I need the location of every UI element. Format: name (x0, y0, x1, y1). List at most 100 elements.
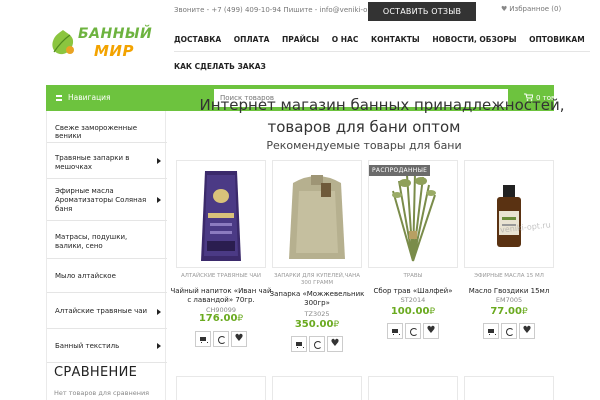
add-to-cart-button[interactable] (291, 336, 307, 352)
chevron-right-icon (157, 197, 161, 203)
logo-text-line2: МИР (94, 42, 134, 60)
sidebar-item-label: Эфирные масла Ароматизаторы Соляная баня (55, 187, 147, 213)
product-card-partial[interactable] (464, 376, 554, 400)
add-to-cart-button[interactable] (195, 331, 211, 347)
tea-pack-image (201, 171, 241, 261)
page-title-line1: Интернет магазин банных принадлежностей, (199, 97, 565, 113)
price-currency: ₽ (333, 320, 340, 330)
page-title-line2: товаров для бани оптом (267, 118, 461, 136)
product-category[interactable]: ЗАПАРКИ ДЛЯ КУПЕЛЕЙ,ЧАНА 300 ГРАММ (268, 273, 366, 287)
product-category[interactable]: ТРАВЫ (364, 273, 462, 280)
page: БАННЫЙ МИР Звоните - +7 (499) 409-10-94 … (0, 0, 600, 400)
product-actions (176, 331, 266, 350)
price-value: 100.00 (390, 306, 430, 317)
product-sku: TZ3025 (304, 310, 330, 318)
nav-link-contacts[interactable]: КОНТАКТЫ (371, 35, 420, 44)
chevron-right-icon (157, 343, 161, 349)
sidebar-item-frozen-brooms[interactable]: Свеже замороженные веники (47, 111, 167, 143)
top-navigation: ДОСТАВКА ОПЛАТА ПРАЙСЫ О НАС КОНТАКТЫ НО… (174, 35, 595, 44)
product-card: АЛТАЙСКИЕ ТРАВЯНЫЕ ЧАИ Чайный напиток «И… (170, 160, 272, 355)
add-to-cart-button[interactable] (483, 323, 499, 339)
product-actions (368, 323, 458, 342)
sidebar-item-label: Свеже замороженные веники (55, 124, 138, 140)
favorites-label: Избранное (0) (509, 5, 562, 13)
product-price: 100.00₽ (368, 306, 458, 317)
header-contact-info: Звоните - +7 (499) 409-10-94 Пишите - in… (174, 6, 385, 14)
sidebar-item-herbal-infusions[interactable]: Травяные запарки в мешочках (47, 143, 167, 179)
oil-bottle-image (497, 185, 521, 247)
product-price: 176.00₽ (176, 313, 266, 324)
nav-divider (174, 51, 590, 52)
chevron-right-icon (157, 158, 161, 164)
nav-link-wholesale[interactable]: ОПТОВИКАМ (529, 35, 585, 44)
product-card: ЗАПАРКИ ДЛЯ КУПЕЛЕЙ,ЧАНА 300 ГРАММ Запар… (270, 160, 364, 355)
sidebar-item-label: Банный текстиль (55, 342, 120, 350)
add-to-cart-button[interactable] (387, 323, 403, 339)
wishlist-button[interactable] (423, 323, 439, 339)
compare-heading: СРАВНЕНИЕ (54, 365, 138, 380)
chevron-right-icon (157, 309, 161, 315)
product-category[interactable]: ЭФИРНЫЕ МАСЛА 15 МЛ (460, 273, 558, 280)
nav-link-payment[interactable]: ОПЛАТА (234, 35, 270, 44)
wishlist-button[interactable] (327, 336, 343, 352)
price-currency: ₽ (237, 314, 244, 324)
product-name[interactable]: Масло Гвоздики 15мл (458, 287, 560, 296)
product-actions (272, 336, 362, 355)
site-logo[interactable]: БАННЫЙ МИР (48, 24, 158, 64)
juniper-bag-image (289, 175, 345, 259)
product-card: veniki-opt.ru ЭФИРНЫЕ МАСЛА 15 МЛ Масло … (464, 160, 554, 355)
product-image[interactable] (176, 160, 266, 268)
nav-link-delivery[interactable]: ДОСТАВКА (174, 35, 221, 44)
product-price: 77.00₽ (464, 306, 554, 317)
sidebar-item-altai-soap[interactable]: Мыло алтайское (47, 259, 167, 293)
leave-review-button[interactable]: ОСТАВИТЬ ОТЗЫВ (368, 2, 476, 21)
nav-link-prices[interactable]: ПРАЙСЫ (282, 35, 319, 44)
product-price: 350.00₽ (272, 319, 362, 330)
logo-text-line1: БАННЫЙ (78, 26, 153, 42)
compare-button[interactable] (213, 331, 229, 347)
navigation-menu-button[interactable]: Навигация (46, 85, 166, 111)
sidebar-item-bath-textile[interactable]: Банный текстиль (47, 329, 167, 363)
sidebar-item-mattresses[interactable]: Матрасы, подушки, валики, сено (47, 221, 167, 259)
product-card: РАСПРОДАННЫЕ ТРАВЫ Сбор трав «Шалфей» ST… (368, 160, 458, 355)
compare-button[interactable] (309, 336, 325, 352)
price-value: 77.00 (490, 306, 522, 317)
product-image[interactable]: РАСПРОДАННЫЕ (368, 160, 458, 268)
price-currency: ₽ (429, 307, 436, 317)
sidebar-item-altai-teas[interactable]: Алтайские травяные чаи (47, 293, 167, 329)
product-name[interactable]: Сбор трав «Шалфей» (362, 287, 464, 296)
sidebar-item-essential-oils[interactable]: Эфирные масла Ароматизаторы Соляная баня (47, 179, 167, 221)
sidebar-item-label: Мыло алтайское (55, 272, 116, 280)
wishlist-button[interactable] (519, 323, 535, 339)
recommended-section-title: Рекомендуемые товары для бани (266, 139, 462, 152)
product-actions (464, 323, 554, 342)
price-value: 176.00 (198, 313, 238, 324)
sage-bundle-image (392, 172, 436, 262)
product-card-partial[interactable] (368, 376, 458, 400)
nav-link-how-to-order[interactable]: КАК СДЕЛАТЬ ЗАКАЗ (174, 62, 266, 71)
product-card-partial[interactable] (176, 376, 266, 400)
category-sidebar: Свеже замороженные веники Травяные запар… (46, 111, 167, 400)
nav-link-about[interactable]: О НАС (332, 35, 359, 44)
compare-button[interactable] (405, 323, 421, 339)
menu-icon (56, 95, 62, 101)
product-name[interactable]: Запарка «Можжевельник 300гр» (266, 290, 368, 308)
wishlist-button[interactable] (231, 331, 247, 347)
sidebar-item-label: Травяные запарки в мешочках (55, 154, 130, 171)
compare-empty-text: Нет товаров для сравнения (54, 389, 150, 397)
product-sku: ST2014 (400, 296, 426, 304)
product-image[interactable]: veniki-opt.ru (464, 160, 554, 268)
product-sku: EM7005 (495, 296, 523, 304)
favorites-link[interactable]: ♥ Избранное (0) (501, 5, 561, 13)
navigation-label: Навигация (68, 93, 111, 102)
product-card-partial[interactable] (272, 376, 362, 400)
compare-button[interactable] (501, 323, 517, 339)
product-image[interactable] (272, 160, 362, 268)
product-name[interactable]: Чайный напиток «Иван чай с лавандой» 70г… (170, 287, 272, 305)
product-category[interactable]: АЛТАЙСКИЕ ТРАВЯНЫЕ ЧАИ (172, 273, 270, 280)
sold-out-badge: РАСПРОДАННЫЕ (369, 165, 431, 176)
sidebar-item-label: Алтайские травяные чаи (55, 307, 148, 315)
heart-icon: ♥ (501, 5, 508, 13)
nav-link-news[interactable]: НОВОСТИ, ОБЗОРЫ (432, 35, 516, 44)
price-value: 350.00 (294, 319, 334, 330)
